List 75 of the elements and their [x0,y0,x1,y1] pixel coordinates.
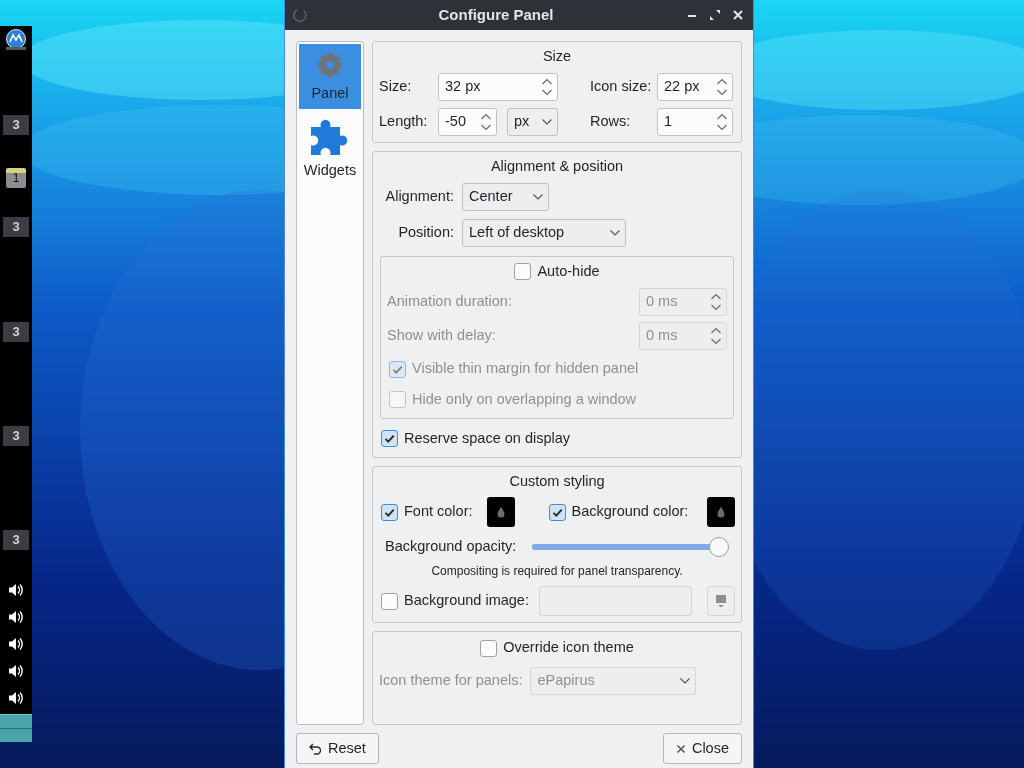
reset-button[interactable]: Reset [296,733,379,764]
caret-icon [609,228,621,237]
color-button[interactable] [707,497,735,528]
group-title: Size [541,47,573,66]
volume-icon[interactable] [8,663,24,679]
maximize-icon[interactable] [708,8,722,22]
checkbox-label: Font color: [404,502,473,522]
dropdown[interactable]: Center [462,182,549,211]
checkbox[interactable] [381,503,398,521]
checkbox-label: Visible thin margin for hidden panel [412,359,639,379]
caret-icon [679,677,692,685]
dropdown[interactable]: px [507,107,558,136]
checkbox-label: Hide only on overlapping a window [412,390,637,409]
workspace-button[interactable]: 3 [3,115,29,135]
field-label: Icon size: [590,76,653,96]
workspace-button[interactable]: 3 [3,322,29,342]
field-label: Position: [398,222,454,242]
checkbox[interactable] [381,430,398,448]
info-text: Compositing is required for panel transparency. [430,563,684,581]
volume-icon[interactable] [8,609,24,625]
checkbox-label: Override icon theme [503,638,634,658]
checkbox-label: Auto-hide [537,261,600,281]
panel-tray[interactable] [0,714,32,742]
volume-icon[interactable] [8,636,24,652]
group-title: Custom styling [508,471,606,491]
close-icon [675,743,686,754]
spin-field[interactable]: 32 px [438,72,558,101]
caret-icon [541,117,553,126]
checkbox[interactable] [548,503,566,521]
checkbox-label: Background color: [571,502,689,522]
spinner-arrows-icon[interactable] [480,111,492,132]
dropdown[interactable]: Left of desktop [462,218,626,247]
workspace-button[interactable]: 3 [3,217,29,237]
image-button[interactable] [707,586,735,617]
checkbox-label: Reserve space on display [404,428,571,448]
checkbox[interactable] [514,262,532,280]
droplet-icon [495,506,506,519]
field-label: Show with delay: [387,326,496,346]
undo-icon [309,742,322,755]
spin-field[interactable]: -50 [438,107,497,136]
app-button[interactable]: 1 [6,168,26,188]
app-icon [293,8,307,22]
volume-icon[interactable] [8,690,24,706]
workspace-button[interactable]: 3 [3,426,29,446]
spin-field[interactable]: 1 [657,107,733,136]
sidebar-tab[interactable]: Panel [299,44,361,109]
field-label: Icon theme for panels: [379,671,523,691]
checkbox-label: Background image: [404,591,529,611]
checkbox[interactable] [381,592,398,610]
window-title: Configure Panel [437,4,555,25]
spin-field[interactable]: 22 px [657,72,733,101]
spinner-arrows-icon[interactable] [541,76,553,97]
spinner-arrows-icon[interactable] [716,76,728,97]
checkbox[interactable] [480,639,498,657]
input-field[interactable] [538,586,692,617]
workspace-button[interactable]: 3 [3,530,29,550]
field-label: Alignment: [385,186,454,206]
field-label: Background opacity: [385,537,517,557]
spinner-arrows-icon[interactable] [716,111,728,132]
color-button[interactable] [486,497,515,528]
volume-icon[interactable] [8,582,24,598]
caret-icon [532,192,544,201]
checkmark-icon [383,432,396,446]
sidebar-tab[interactable]: Widgets [299,108,361,186]
field-label: Animation duration: [387,292,512,312]
close-button[interactable]: Close [662,733,742,764]
field-label: Size: [379,76,413,96]
gear-icon [315,50,345,80]
field-label: Rows: [590,111,632,131]
image-icon [715,594,727,609]
field-label: Length: [379,111,429,131]
logo-icon[interactable] [4,29,28,51]
droplet-icon [716,506,726,519]
group-title: Alignment & position [489,156,625,176]
close-icon[interactable] [731,8,745,22]
